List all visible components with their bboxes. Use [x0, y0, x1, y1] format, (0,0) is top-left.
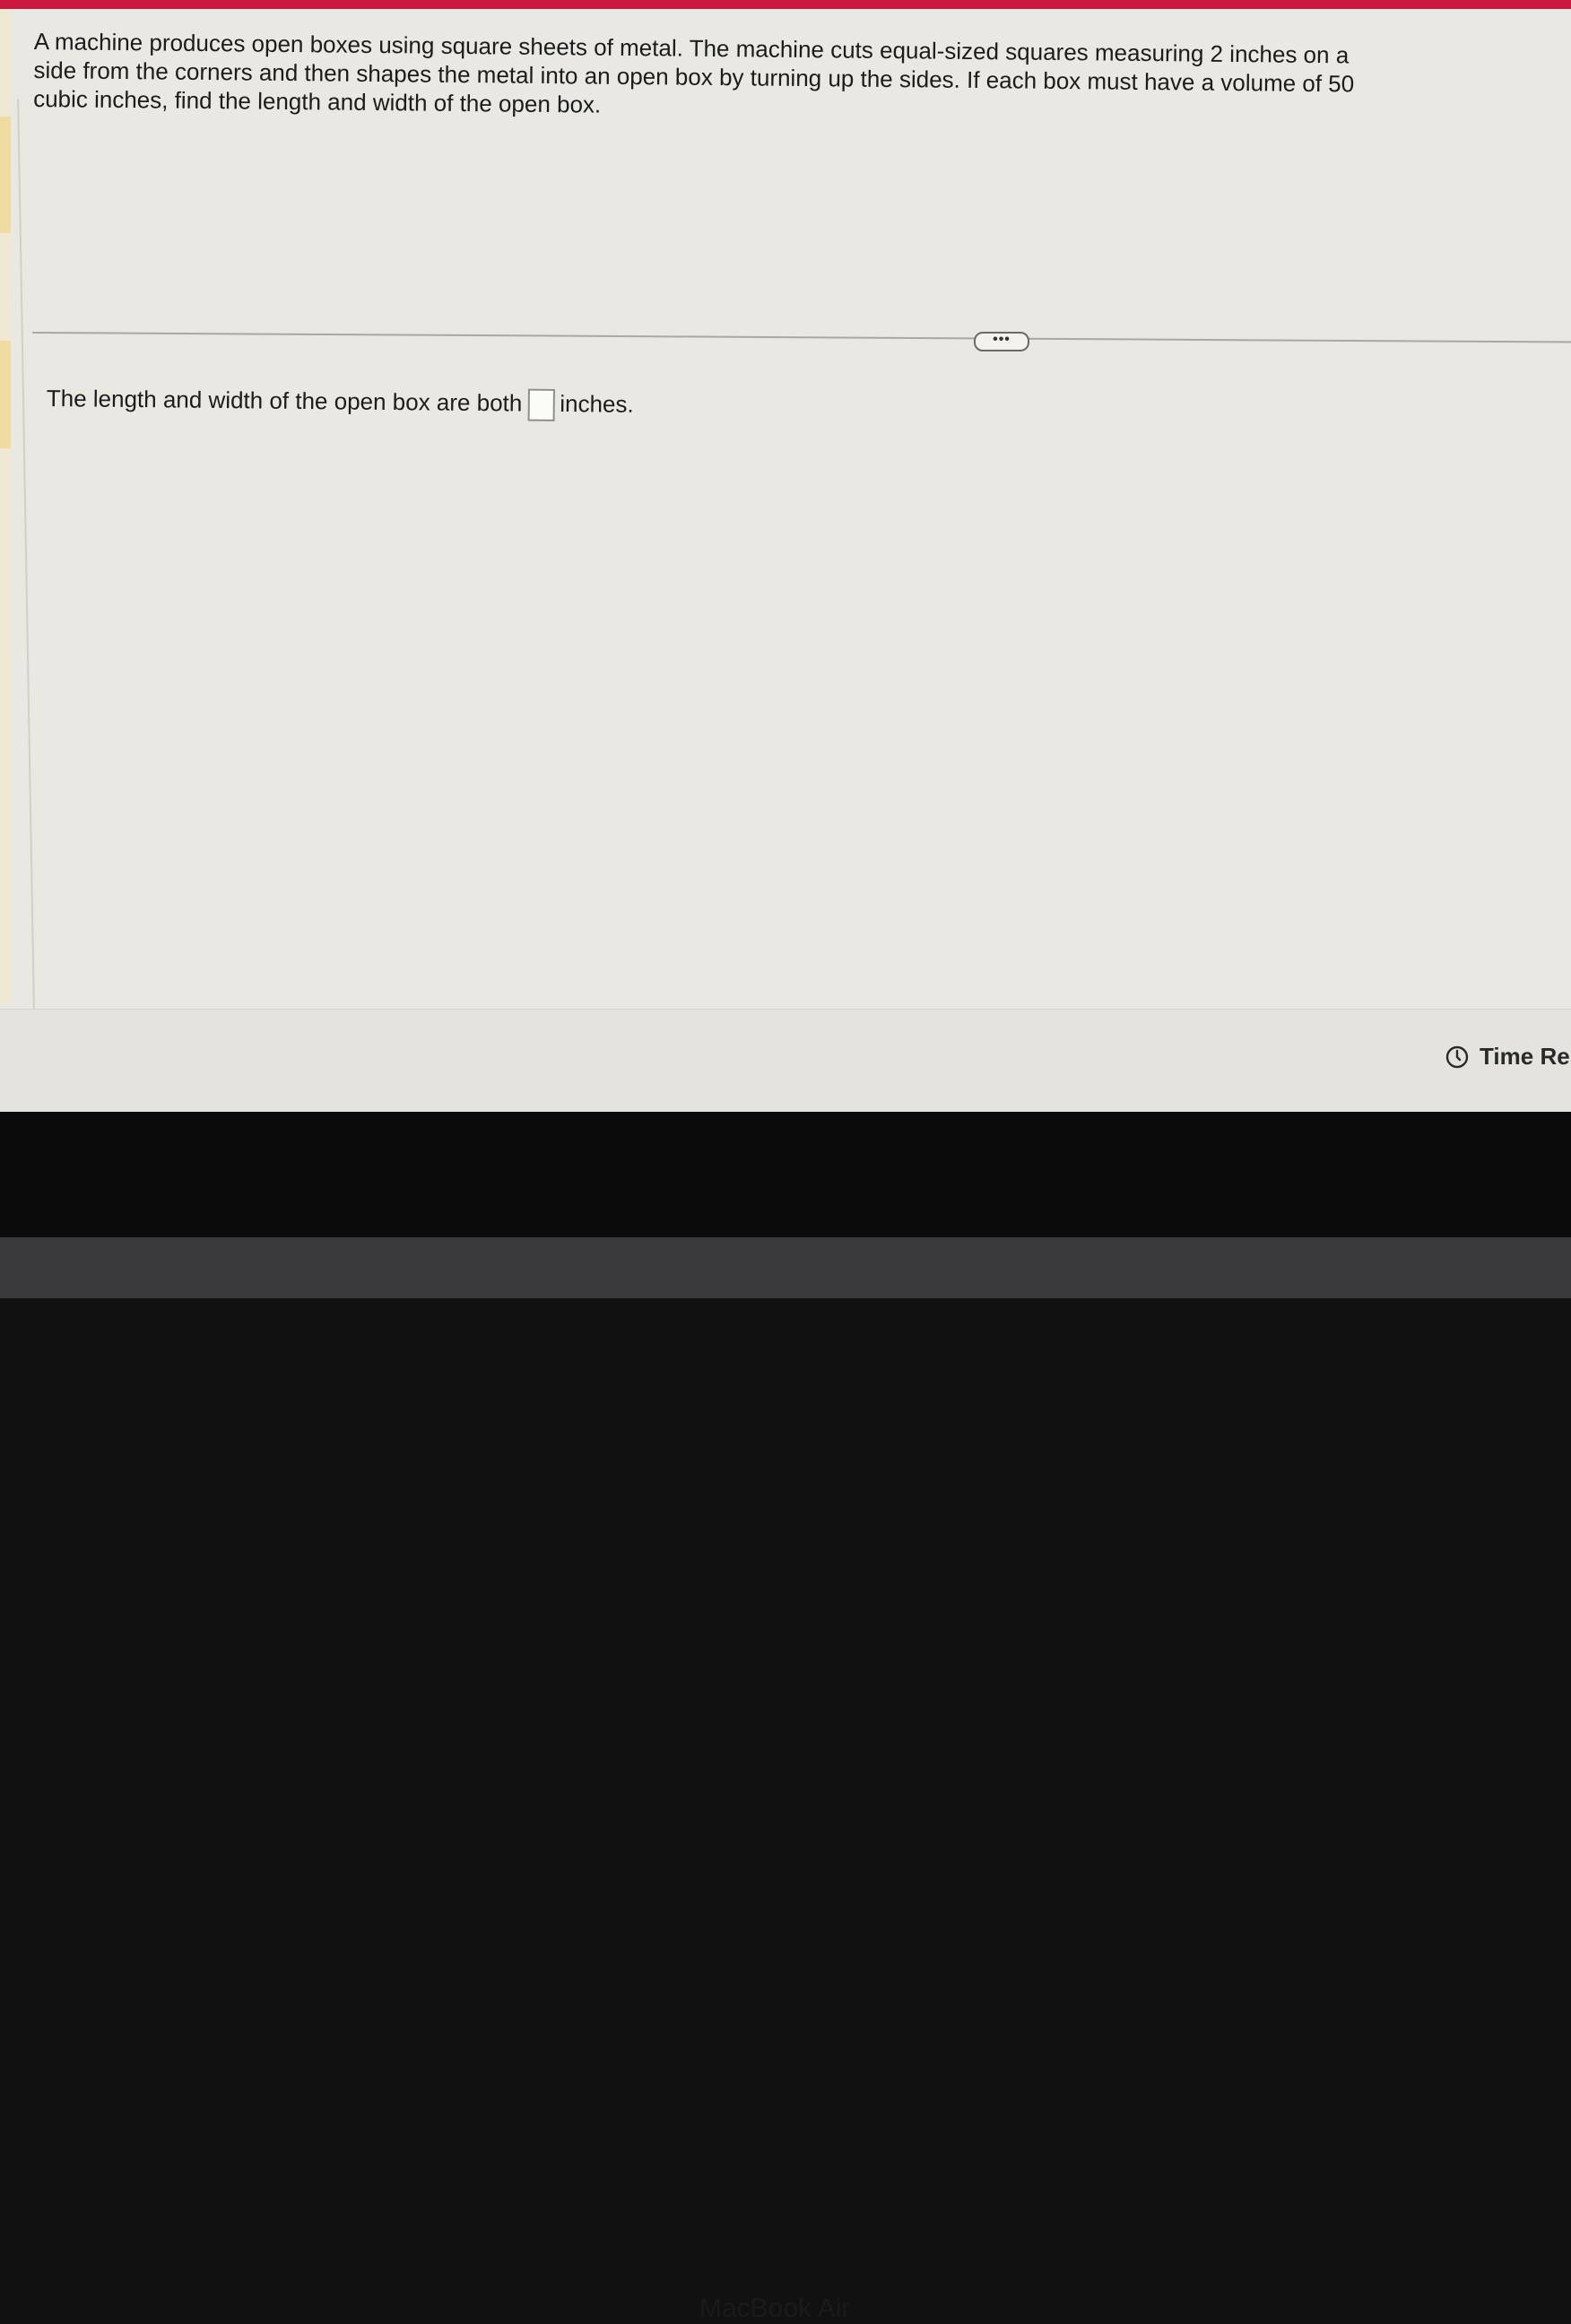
rail-marker [0, 341, 11, 448]
time-remaining-label: Time Re [1480, 1043, 1570, 1070]
section-divider [31, 332, 1571, 343]
top-accent-bar [0, 0, 1571, 9]
rail-marker [0, 117, 11, 233]
answer-unit: inches. [560, 389, 634, 418]
laptop-bezel: MacBook Air [0, 1112, 1571, 2323]
expand-more-button[interactable]: ••• [974, 332, 1029, 351]
laptop-base [0, 1237, 1571, 1298]
device-label: MacBook Air [699, 2294, 851, 2323]
content-border [17, 99, 35, 1009]
answer-input[interactable] [527, 388, 555, 422]
clock-icon [1445, 1045, 1469, 1068]
time-remaining[interactable]: Time Re [1445, 1043, 1570, 1071]
answer-statement: The length and width of the open box are… [47, 384, 634, 422]
question-text: A machine produces open boxes using squa… [33, 27, 1355, 118]
footer-bar [0, 1009, 1571, 1112]
question-status-rail [0, 9, 11, 1004]
screen: A machine produces open boxes using squa… [0, 0, 1571, 1112]
answer-prefix: The length and width of the open box are… [46, 384, 523, 417]
